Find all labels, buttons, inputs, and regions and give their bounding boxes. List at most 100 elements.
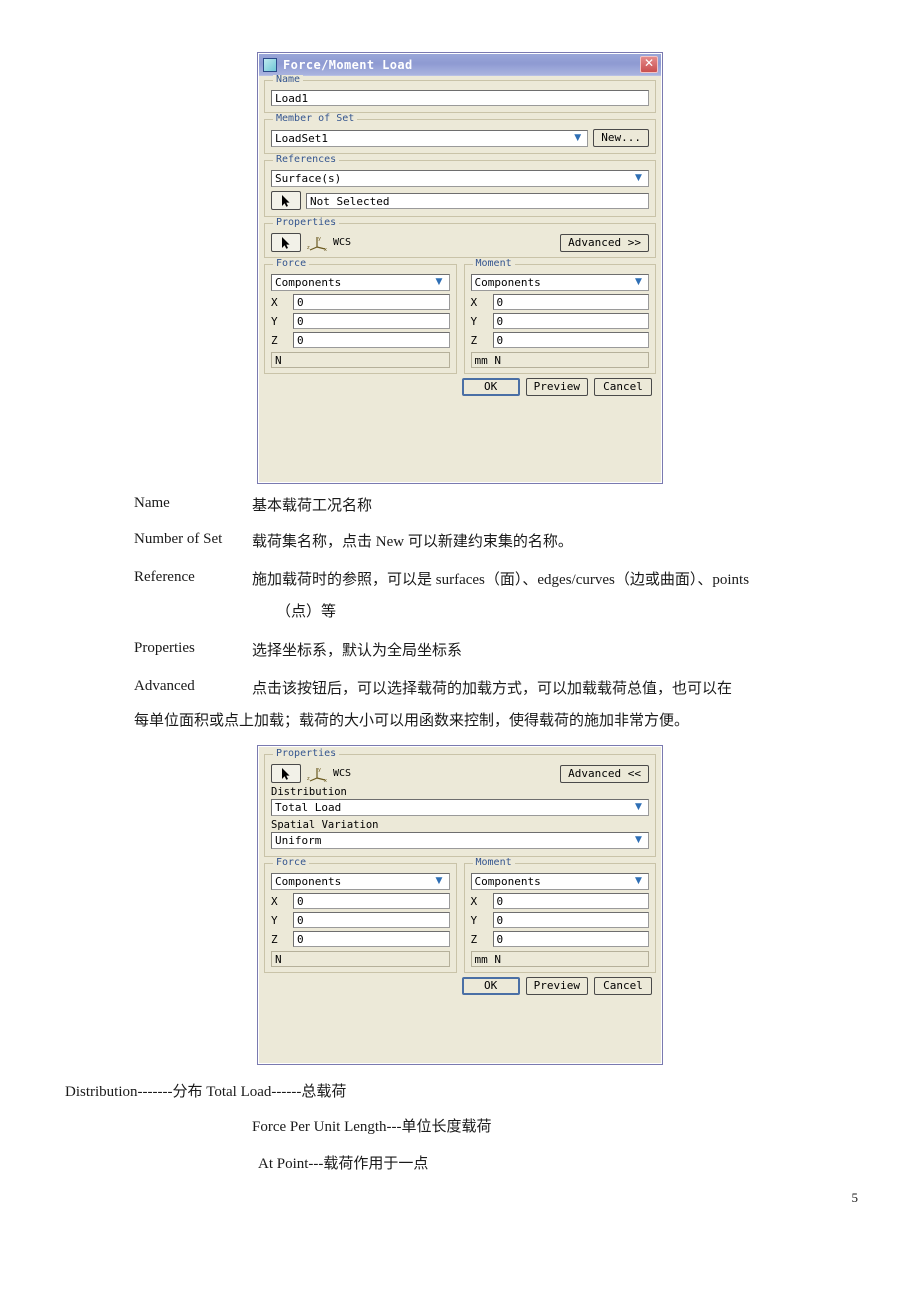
chevron-down-icon[interactable]: ▼ <box>631 801 646 814</box>
force-group-label: Force <box>273 858 310 868</box>
chevron-down-icon[interactable]: ▼ <box>631 172 646 185</box>
moment-group-label: Moment <box>472 858 515 868</box>
force-x-input[interactable]: 0 <box>293 893 450 909</box>
moment-x-row: X 0 <box>470 893 649 909</box>
moment-mode-combo[interactable]: Components ▼ <box>470 873 649 890</box>
advanced-collapse-button[interactable]: Advanced << <box>560 764 649 783</box>
chevron-down-icon[interactable]: ▼ <box>631 834 646 847</box>
cancel-button[interactable]: Cancel <box>594 378 652 396</box>
force-z-input[interactable]: 0 <box>293 931 450 947</box>
cancel-button[interactable]: Cancel <box>594 977 652 995</box>
moment-z-label: Z <box>470 932 478 946</box>
moment-z-row: Z 0 <box>471 332 649 348</box>
glossary-def-2: 施加载荷时的参照，可以是 surfaces（面）、edges/curves（边或… <box>252 572 750 588</box>
svg-text:z: z <box>307 776 310 782</box>
chevron-down-icon[interactable]: ▼ <box>631 875 646 888</box>
moment-column: Moment Components ▼ X 0 Y 0 Z 0 mm N <box>463 259 656 374</box>
force-z-input[interactable]: 0 <box>293 332 450 348</box>
force-z-label: Z <box>271 932 278 946</box>
force-mode-combo[interactable]: Components ▼ <box>271 274 450 291</box>
force-x-input[interactable]: 0 <box>293 294 450 310</box>
distribution-label: Distribution <box>271 786 347 798</box>
force-y-input[interactable]: 0 <box>293 912 450 928</box>
force-moment-load-dialog-advanced[interactable]: Properties z y x WCS Advanced << Distrib… <box>257 745 663 1065</box>
chevron-down-icon[interactable]: ▼ <box>432 276 447 289</box>
csys-value: WCS <box>333 768 352 779</box>
moment-x-input[interactable]: 0 <box>492 294 649 310</box>
references-group-label: References <box>273 155 340 165</box>
preview-button[interactable]: Preview <box>525 378 588 396</box>
reference-type-combo[interactable]: Surface(s) ▼ <box>271 170 649 187</box>
glossary-term-2: Reference <box>134 569 195 585</box>
force-z-label: Z <box>271 333 278 347</box>
member-of-set-label: Member of Set <box>273 114 358 124</box>
glossary-term-0: Name <box>134 495 170 511</box>
csys-value: WCS <box>333 237 352 248</box>
force-y-input[interactable]: 0 <box>293 313 450 329</box>
coordinate-system-icon: z y x <box>307 766 329 784</box>
svg-text:y: y <box>318 236 321 242</box>
glossary-term-1: Number of Set <box>134 531 223 547</box>
properties-group-label: Properties <box>273 749 340 759</box>
close-icon[interactable]: ✕ <box>640 56 658 73</box>
svg-text:y: y <box>318 767 321 773</box>
advanced-button[interactable]: Advanced >> <box>560 233 649 252</box>
dialog-title: Force/Moment Load <box>283 57 413 72</box>
force-y-label: Y <box>271 314 278 328</box>
moment-z-input[interactable]: 0 <box>492 332 649 348</box>
new-set-button[interactable]: New... <box>593 129 649 147</box>
spatial-variation-combo[interactable]: Uniform ▼ <box>271 832 649 849</box>
force-mode-value: Components <box>275 276 342 289</box>
cursor-arrow-icon <box>281 194 290 207</box>
dialog-inner: Force/Moment Load ✕ Name Load1 Member of… <box>258 53 662 483</box>
moment-y-label: Y <box>470 314 478 328</box>
spatial-variation-value: Uniform <box>275 834 322 847</box>
moment-x-label: X <box>470 894 478 908</box>
force-moment-load-dialog[interactable]: Force/Moment Load ✕ Name Load1 Member of… <box>257 52 663 484</box>
moment-mode-value: Components <box>474 875 541 888</box>
chevron-down-icon[interactable]: ▼ <box>570 132 585 145</box>
force-column: Force Components ▼ X 0 Y 0 Z 0 N <box>264 259 457 374</box>
page-number: 5 <box>851 1190 859 1205</box>
dialog-titlebar[interactable]: Force/Moment Load ✕ <box>259 54 661 76</box>
ok-button[interactable]: OK <box>461 977 520 995</box>
force-y-row: Y 0 <box>271 912 450 928</box>
reference-selection-field[interactable]: Not Selected <box>306 192 649 209</box>
moment-x-label: X <box>470 295 478 309</box>
chevron-down-icon[interactable]: ▼ <box>631 276 646 289</box>
load-set-combo[interactable]: LoadSet1 ▼ <box>271 129 589 147</box>
reference-selection-row: Not Selected <box>271 191 649 210</box>
chevron-down-icon[interactable]: ▼ <box>432 875 447 888</box>
cursor-arrow-icon <box>281 236 290 249</box>
properties-group-expanded: Properties z y x WCS Advanced << Distrib… <box>264 749 656 857</box>
force-unit-field: N <box>271 352 450 368</box>
name-input[interactable]: Load1 <box>271 90 649 106</box>
name-group: Name Load1 <box>264 75 656 113</box>
note-at-point: At Point---载荷作用于一点 <box>258 1156 429 1172</box>
reference-select-button[interactable] <box>271 191 301 210</box>
moment-x-input[interactable]: 0 <box>492 893 649 909</box>
moment-y-row: Y 0 <box>471 912 649 928</box>
moment-z-input[interactable]: 0 <box>492 931 649 947</box>
moment-group-label: Moment <box>472 259 515 269</box>
csys-select-button[interactable] <box>271 764 301 783</box>
force-moment-section: Force Components ▼ X 0 Y 0 Z 0 N Moment … <box>264 259 656 374</box>
dialog-body: Properties z y x WCS Advanced << Distrib… <box>259 747 661 1001</box>
glossary-term-4: Properties <box>134 640 195 656</box>
force-mode-combo[interactable]: Components ▼ <box>271 873 450 890</box>
csys-select-button[interactable] <box>271 233 301 252</box>
dialog-inner: Properties z y x WCS Advanced << Distrib… <box>258 746 662 1064</box>
distribution-combo[interactable]: Total Load ▼ <box>271 799 649 816</box>
dialog-button-bar: OK Preview Cancel <box>264 374 656 398</box>
force-x-row: X 0 <box>271 893 450 909</box>
coordinate-system-icon: z y x <box>307 235 329 253</box>
moment-y-input[interactable]: 0 <box>492 313 649 329</box>
moment-y-row: Y 0 <box>470 313 649 329</box>
moment-mode-combo[interactable]: Components ▼ <box>470 274 649 291</box>
moment-group: Moment Components ▼ X 0 Y 0 Z 0 mm N <box>463 858 656 973</box>
ok-button[interactable]: OK <box>461 378 520 396</box>
moment-y-input[interactable]: 0 <box>492 912 649 928</box>
force-z-row: Z 0 <box>271 332 450 348</box>
preview-button[interactable]: Preview <box>525 977 588 995</box>
moment-group: Moment Components ▼ X 0 Y 0 Z 0 mm N <box>463 259 656 374</box>
